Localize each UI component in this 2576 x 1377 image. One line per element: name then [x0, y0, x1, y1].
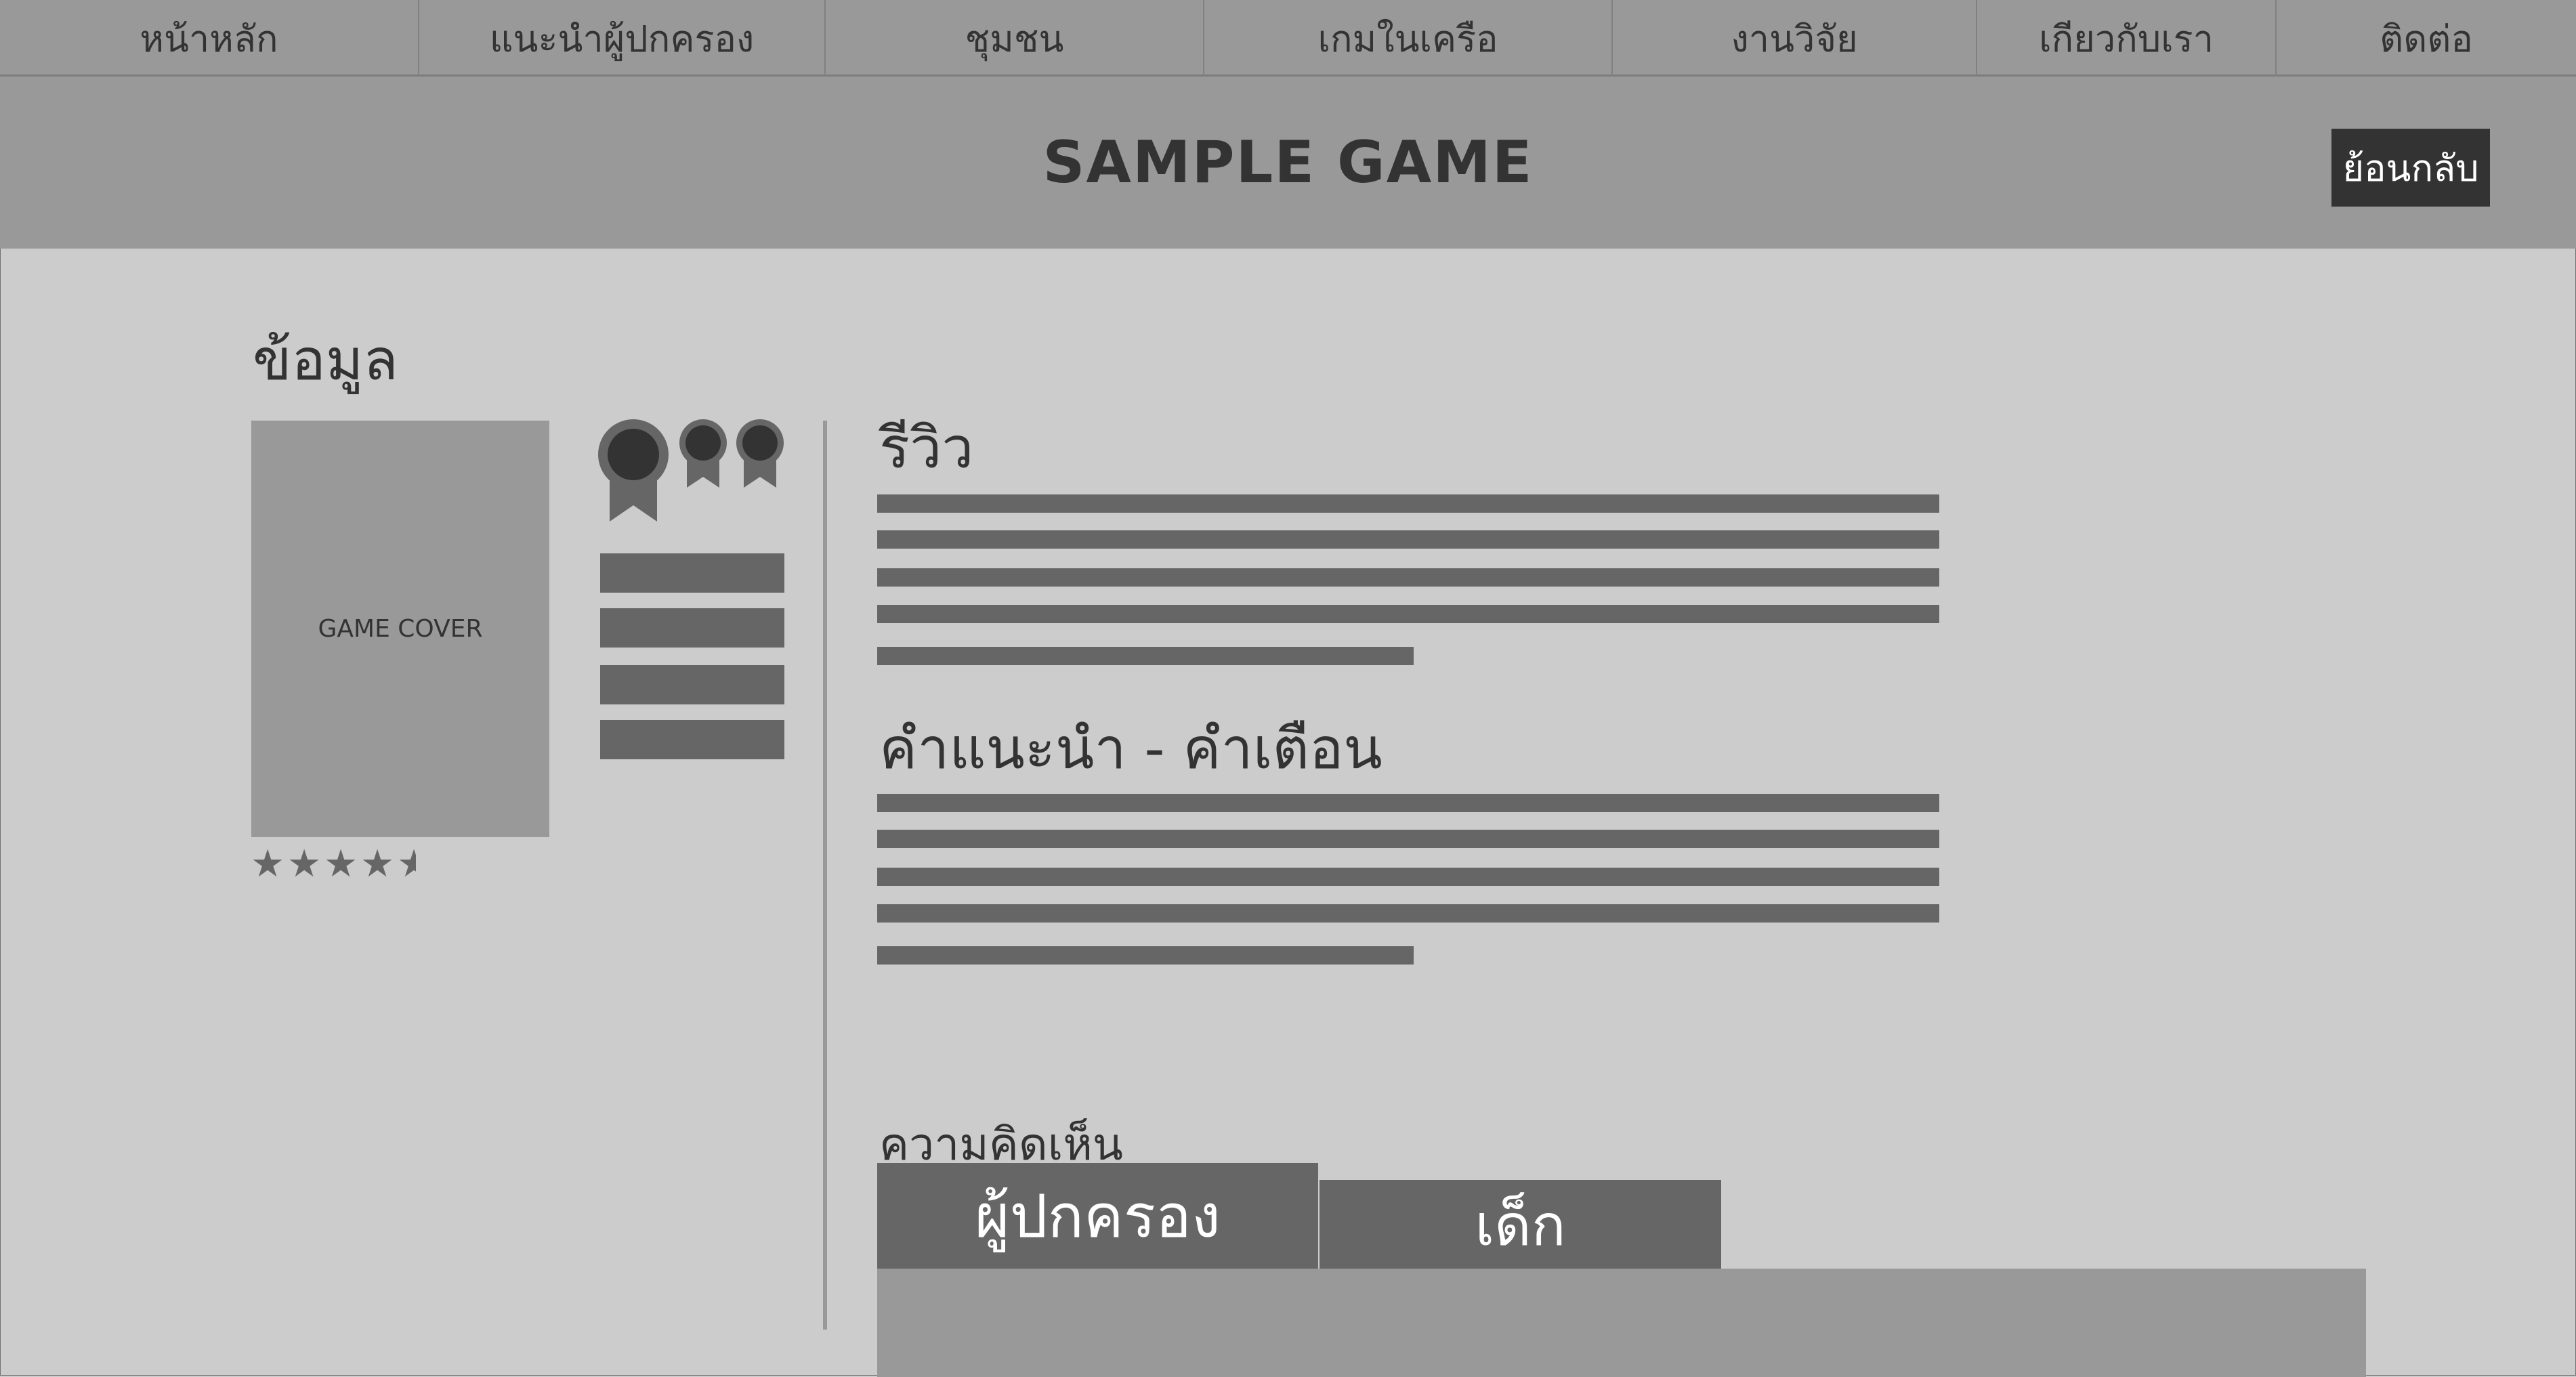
- nav-item-home[interactable]: หน้าหลัก: [0, 0, 418, 77]
- info-bar: [600, 665, 784, 704]
- tab-parents[interactable]: ผู้ปกครอง: [877, 1163, 1318, 1269]
- review-text-line: [877, 647, 1414, 665]
- review-text-line: [877, 568, 1939, 587]
- nav-item-parents-guide[interactable]: แนะนำผู้ปกครอง: [419, 0, 824, 77]
- comment-panel: [877, 1269, 2366, 1377]
- tab-kids[interactable]: เด็ก: [1319, 1180, 1721, 1269]
- star-icon: ★: [324, 845, 358, 883]
- game-cover-label: GAME COVER: [318, 615, 483, 643]
- review-text-line: [877, 494, 1939, 513]
- nav-item-about[interactable]: เกียวกับเรา: [1977, 0, 2275, 77]
- review-text-line: [877, 605, 1939, 623]
- review-heading: รีวิว: [879, 415, 974, 481]
- nav-item-affiliate-games[interactable]: เกมในเครือ: [1204, 0, 1611, 77]
- top-nav: หน้าหลัก แนะนำผู้ปกครอง ชุมชน เกมในเครือ…: [0, 0, 2576, 77]
- advice-text-line: [877, 946, 1414, 965]
- nav-item-research[interactable]: งานวิจัย: [1613, 0, 1976, 77]
- nav-item-contact[interactable]: ติดต่อ: [2277, 0, 2576, 77]
- nav-item-community[interactable]: ชุมชน: [826, 0, 1203, 77]
- advice-text-line: [877, 904, 1939, 923]
- star-icon: ★: [251, 845, 285, 883]
- star-icon: ★: [287, 845, 322, 883]
- advice-text-line: [877, 830, 1939, 848]
- game-cover: GAME COVER: [251, 421, 549, 837]
- column-divider: [823, 421, 827, 1330]
- review-text-line: [877, 530, 1939, 549]
- info-bar: [600, 553, 784, 593]
- half-star-icon: ★: [397, 845, 416, 883]
- back-button[interactable]: ย้อนกลับ: [2331, 129, 2490, 207]
- info-bar: [600, 720, 784, 759]
- star-rating: ★ ★ ★ ★ ★: [251, 845, 416, 883]
- advice-text-line: [877, 868, 1939, 886]
- advice-heading: คำแนะนำ - คำเตือน: [879, 715, 1382, 782]
- page-header: SAMPLE GAME: [0, 77, 2576, 249]
- page-title: SAMPLE GAME: [1042, 129, 1534, 196]
- star-icon: ★: [360, 845, 395, 883]
- award-icon: [598, 419, 669, 522]
- advice-text-line: [877, 794, 1939, 812]
- info-heading: ข้อมูล: [253, 326, 398, 393]
- award-badges: [598, 419, 784, 522]
- award-icon: [736, 419, 784, 488]
- award-icon: [679, 419, 727, 488]
- info-bar: [600, 608, 784, 648]
